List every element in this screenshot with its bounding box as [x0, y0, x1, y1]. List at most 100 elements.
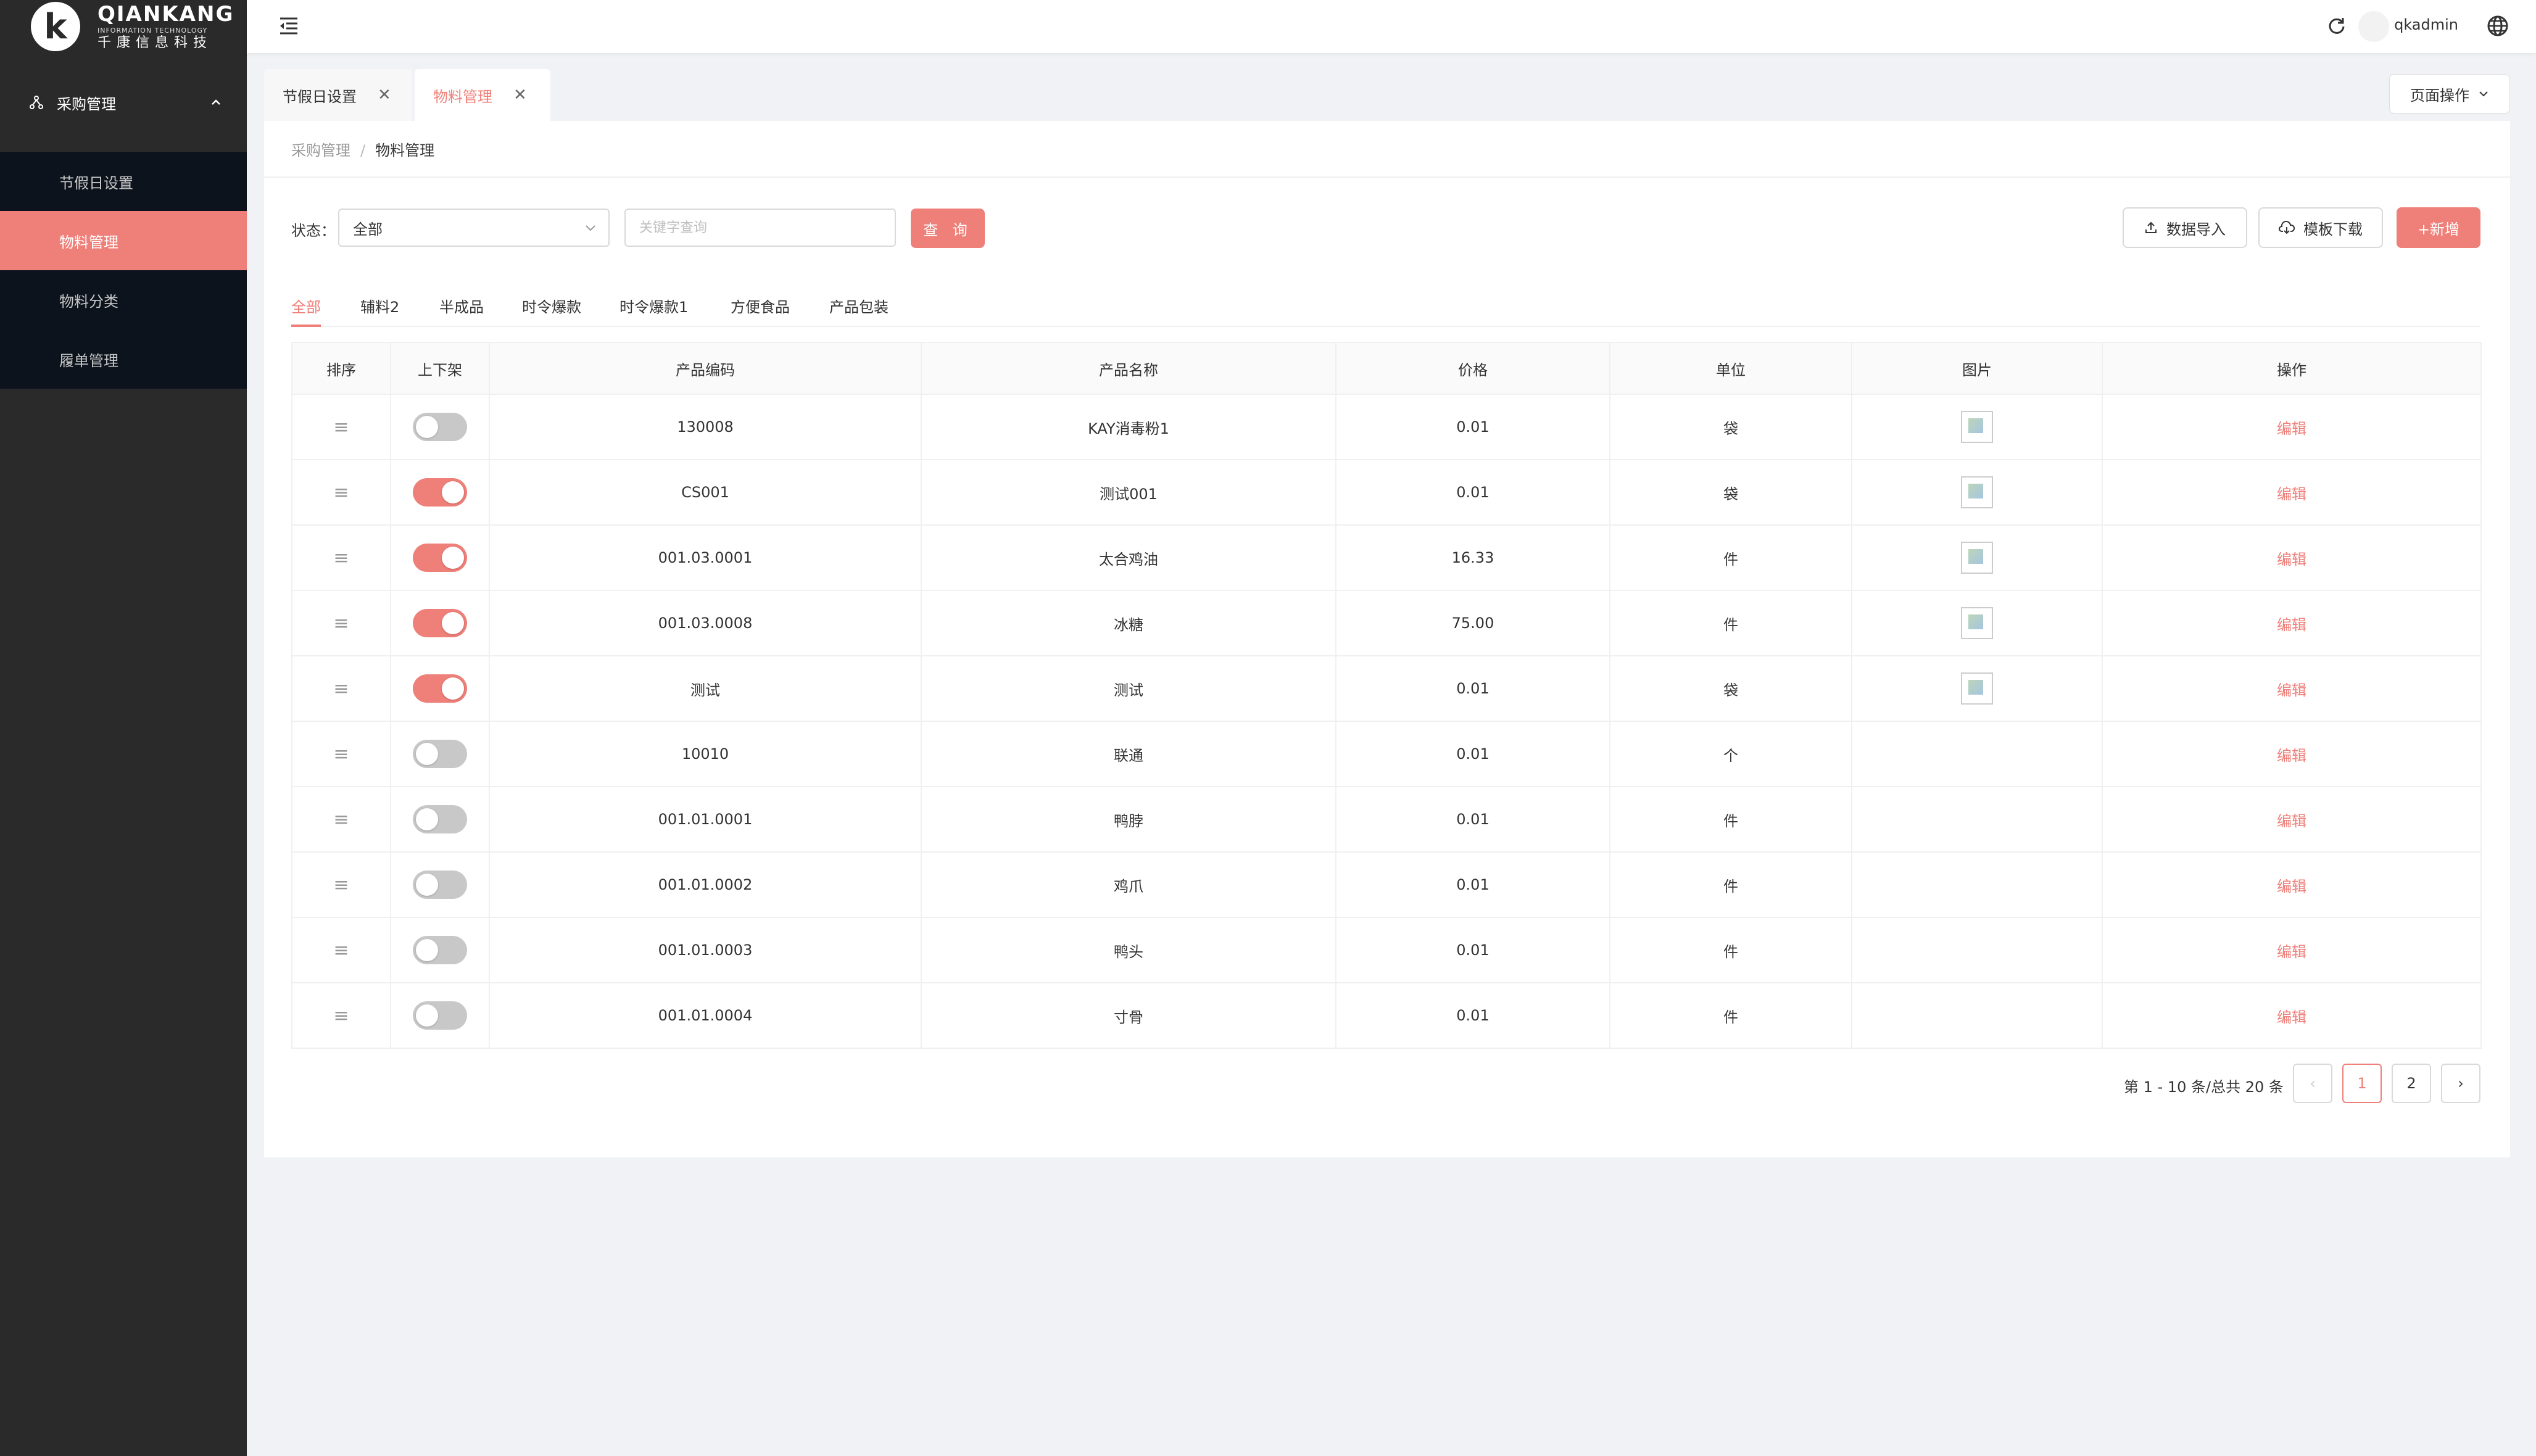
sort-cell: ≡ [292, 394, 391, 460]
edit-link[interactable]: 编辑 [2277, 1009, 2306, 1026]
edit-link[interactable]: 编辑 [2277, 747, 2306, 764]
sidebar-group-purchasing[interactable]: 采购管理 [0, 53, 247, 152]
pagination-page-1[interactable]: 1 [2342, 1064, 2382, 1103]
pagination-prev-button[interactable]: ‹ [2293, 1064, 2332, 1103]
drag-handle-icon[interactable]: ≡ [333, 874, 349, 896]
product-image-thumbnail[interactable] [1961, 476, 1993, 508]
edit-link[interactable]: 编辑 [2277, 551, 2306, 568]
sort-cell: ≡ [292, 590, 391, 656]
product-code-cell: 001.01.0002 [489, 851, 922, 918]
sidebar-item-material-category[interactable]: 物料分类 [0, 270, 247, 329]
sidebar-item-label: 物料分类 [59, 292, 118, 310]
product-name-cell: KAY消毒粉1 [921, 394, 1336, 460]
drag-handle-icon[interactable]: ≡ [333, 940, 349, 961]
product-code-cell: 001.03.0008 [489, 590, 922, 656]
edit-link[interactable]: 编辑 [2277, 486, 2306, 503]
drag-handle-icon[interactable]: ≡ [333, 416, 349, 438]
globe-icon[interactable] [2485, 14, 2510, 38]
shelf-toggle[interactable] [413, 478, 467, 507]
actions-cell: 编辑 [2102, 982, 2482, 1049]
product-image-thumbnail[interactable] [1961, 607, 1993, 639]
shelf-cell [391, 721, 490, 787]
sidebar-item-order-fulfillment[interactable]: 履单管理 [0, 329, 247, 389]
column-header-price: 价格 [1335, 342, 1610, 395]
edit-link[interactable]: 编辑 [2277, 420, 2306, 437]
shelf-toggle[interactable] [413, 413, 467, 441]
edit-link[interactable]: 编辑 [2277, 813, 2306, 830]
sidebar-item-label: 物料管理 [59, 233, 118, 251]
product-name-cell: 鸭头 [921, 917, 1336, 983]
drag-handle-icon[interactable]: ≡ [333, 613, 349, 634]
template-download-button[interactable]: 模板下载 [2258, 207, 2383, 248]
edit-link[interactable]: 编辑 [2277, 682, 2306, 699]
unit-cell: 袋 [1610, 655, 1852, 722]
shelf-toggle[interactable] [413, 1001, 467, 1030]
edit-link[interactable]: 编辑 [2277, 878, 2306, 895]
edit-link[interactable]: 编辑 [2277, 616, 2306, 634]
avatar[interactable] [2358, 11, 2389, 42]
pagination-page-2[interactable]: 2 [2392, 1064, 2431, 1103]
status-select[interactable]: 全部 [338, 209, 610, 247]
shelf-cell [391, 524, 490, 591]
query-button[interactable]: 查 询 [911, 209, 985, 248]
shelf-toggle[interactable] [413, 805, 467, 833]
category-tabs: 全部 辅料2 半成品 时令爆款 时令爆款1 方便食品 产品包装 [291, 290, 2480, 327]
shelf-toggle[interactable] [413, 674, 467, 703]
unit-cell: 件 [1610, 524, 1852, 591]
keyword-search-input[interactable] [624, 209, 896, 247]
sort-cell: ≡ [292, 459, 391, 526]
price-cell: 0.01 [1336, 917, 1610, 983]
shelf-toggle[interactable] [413, 740, 467, 768]
sidebar-item-label: 履单管理 [59, 352, 118, 370]
drag-handle-icon[interactable]: ≡ [333, 678, 349, 700]
username[interactable]: qkadmin [2394, 16, 2458, 33]
shelf-toggle[interactable] [413, 609, 467, 637]
close-icon[interactable]: ✕ [513, 86, 527, 104]
product-code-cell: 测试 [489, 655, 922, 722]
add-button[interactable]: +新增 [2397, 207, 2480, 248]
sidebar-group-label: 采购管理 [57, 95, 116, 113]
shelf-toggle[interactable] [413, 936, 467, 964]
toggle-knob [416, 1004, 438, 1027]
chevron-down-icon [2479, 91, 2488, 97]
drag-handle-icon[interactable]: ≡ [333, 809, 349, 830]
category-tab-all[interactable]: 全部 [291, 295, 321, 327]
edit-link[interactable]: 编辑 [2277, 943, 2306, 961]
tab-material-management[interactable]: 物料管理 ✕ [415, 69, 550, 121]
product-name-cell: 测试 [921, 655, 1336, 722]
image-cell [1852, 655, 2103, 722]
product-image-thumbnail[interactable] [1961, 672, 1993, 705]
unit-cell: 件 [1610, 982, 1852, 1049]
category-tab-seasonal-hit-1[interactable]: 时令爆款1 [619, 295, 688, 327]
product-code-cell: 130008 [489, 394, 922, 460]
drag-handle-icon[interactable]: ≡ [333, 743, 349, 765]
actions-cell: 编辑 [2102, 786, 2482, 853]
sidebar-item-material-management[interactable]: 物料管理 [0, 211, 247, 270]
category-tab-convenience-food[interactable]: 方便食品 [731, 295, 790, 327]
price-cell: 0.01 [1336, 394, 1610, 460]
product-image-thumbnail[interactable] [1961, 542, 1993, 574]
product-code-cell: 001.01.0004 [489, 982, 922, 1049]
shelf-toggle[interactable] [413, 871, 467, 899]
tab-holiday-settings[interactable]: 节假日设置 ✕ [264, 69, 412, 121]
pagination-next-button[interactable]: › [2441, 1064, 2480, 1103]
close-icon[interactable]: ✕ [378, 86, 391, 104]
drag-handle-icon[interactable]: ≡ [333, 547, 349, 569]
breadcrumb-parent[interactable]: 采购管理 [291, 142, 350, 159]
drag-handle-icon[interactable]: ≡ [333, 482, 349, 503]
category-tab-packaging[interactable]: 产品包装 [829, 295, 889, 327]
tab-label: 物料管理 [433, 88, 492, 105]
refresh-icon[interactable] [2326, 15, 2347, 36]
price-cell: 0.01 [1336, 655, 1610, 722]
import-data-button[interactable]: 数据导入 [2123, 207, 2247, 248]
shelf-toggle[interactable] [413, 544, 467, 572]
category-tab-semi-finished[interactable]: 半成品 [439, 295, 484, 327]
drag-handle-icon[interactable]: ≡ [333, 1005, 349, 1027]
category-tab-auxiliary2[interactable]: 辅料2 [360, 295, 399, 327]
category-tab-seasonal-hit[interactable]: 时令爆款 [522, 295, 581, 327]
menu-fold-icon[interactable] [278, 15, 300, 37]
column-header-sort: 排序 [291, 342, 391, 395]
product-image-thumbnail[interactable] [1961, 411, 1993, 443]
sidebar-item-holiday-settings[interactable]: 节假日设置 [0, 152, 247, 211]
page-operations-dropdown[interactable]: 页面操作 [2389, 74, 2510, 114]
